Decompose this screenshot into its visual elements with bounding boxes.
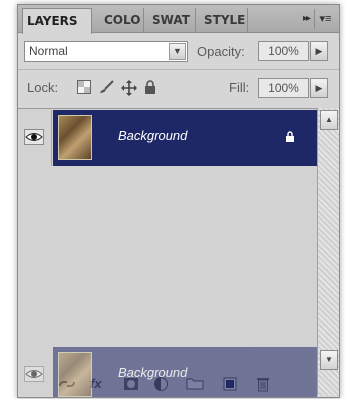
- ghost-layer-name: Background: [118, 365, 188, 380]
- eye-icon: [24, 366, 44, 382]
- eye-icon[interactable]: [24, 129, 44, 145]
- lock-label: Lock:: [27, 80, 59, 95]
- scroll-up-icon[interactable]: ▲: [320, 110, 338, 130]
- lock-icon: [285, 131, 295, 142]
- fill-label: Fill:: [229, 80, 250, 95]
- lock-transparent-icon[interactable]: [77, 80, 91, 94]
- layer-thumbnail[interactable]: [58, 115, 92, 160]
- visibility-cell[interactable]: [18, 110, 52, 166]
- ghost-thumbnail: [58, 352, 92, 397]
- tab-styles[interactable]: STYLE: [200, 8, 248, 33]
- layer-drag-ghost: Background: [18, 347, 339, 397]
- layer-row[interactable]: Background: [18, 110, 317, 166]
- opacity-field[interactable]: 100%: [258, 41, 309, 61]
- chevron-down-icon[interactable]: ▼: [169, 43, 186, 60]
- opacity-label: Opacity:: [197, 44, 245, 59]
- layer-name[interactable]: Background: [118, 128, 187, 143]
- divider: [18, 69, 339, 70]
- tab-color[interactable]: COLO: [100, 8, 144, 33]
- lock-move-icon[interactable]: [121, 80, 137, 96]
- tab-overflow-icon[interactable]: ▸▸: [303, 13, 311, 24]
- lock-brush-icon[interactable]: [99, 80, 114, 94]
- panel-tab-bar: LAYERS COLO SWAT STYLE ▸▸ ▾≡: [18, 5, 339, 34]
- lock-options: [77, 79, 157, 96]
- blend-mode-select[interactable]: Normal ▼: [24, 41, 188, 62]
- fill-field[interactable]: 100%: [258, 78, 309, 98]
- layers-panel: LAYERS COLO SWAT STYLE ▸▸ ▾≡ Normal ▼ Op…: [17, 4, 340, 398]
- blend-mode-value: Normal: [29, 44, 68, 58]
- lock-all-icon[interactable]: [143, 80, 157, 94]
- layer-selected-background[interactable]: Background: [53, 110, 317, 166]
- fill-slider-arrow-icon[interactable]: ▶: [310, 78, 328, 98]
- panel-menu-icon[interactable]: ▾≡: [314, 9, 336, 29]
- opacity-slider-arrow-icon[interactable]: ▶: [310, 41, 328, 61]
- tab-layers[interactable]: LAYERS: [22, 8, 92, 34]
- tab-swatches[interactable]: SWAT: [148, 8, 196, 33]
